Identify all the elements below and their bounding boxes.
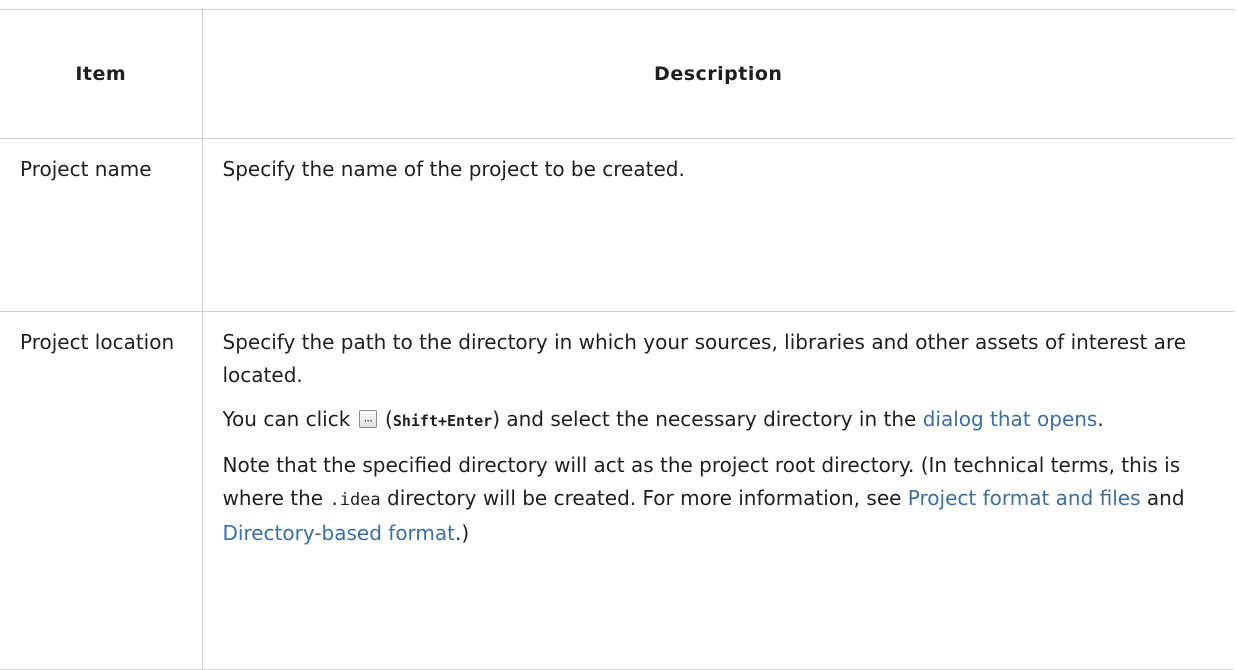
text-segment: and [1140,486,1185,510]
item-project-name: Project name [0,138,203,312]
description-project-location: Specify the path to the directory in whi… [201,311,1234,670]
code-idea: .idea [329,490,381,510]
description-paragraph-3: Note that the specified directory will a… [223,449,1215,550]
keyboard-shortcut: Shift+Enter [392,412,493,430]
dialog-that-opens-link[interactable]: dialog that opens [923,407,1098,431]
header-description: Description [201,9,1234,139]
text-segment: .) [455,521,470,545]
item-project-location: Project location [0,311,203,670]
description-paragraph-2: You can click (Shift+Enter) and select t… [223,403,1215,438]
table-row: Project location Specify the path to the… [0,311,1234,670]
text-segment: ( [378,407,393,431]
header-item: Item [0,9,203,139]
text-segment: directory will be created. For more info… [380,486,908,510]
description-project-name: Specify the name of the project to be cr… [201,138,1234,312]
browse-ellipsis-icon [358,405,377,438]
text-segment: You can click [222,407,357,431]
table-row: Project name Specify the name of the pro… [0,138,1234,312]
directory-based-format-link[interactable]: Directory-based format [223,521,456,545]
table-header-row: Item Description [0,9,1234,139]
text-segment: . [1097,407,1104,431]
text-segment: ) and select the necessary directory in … [492,407,923,431]
description-paragraph-1: Specify the path to the directory in whi… [222,330,1187,387]
description-text: Specify the name of the project to be cr… [222,157,685,181]
project-format-link[interactable]: Project format and files [908,486,1141,510]
parameters-table: Item Description Project name Specify th… [0,9,1234,670]
